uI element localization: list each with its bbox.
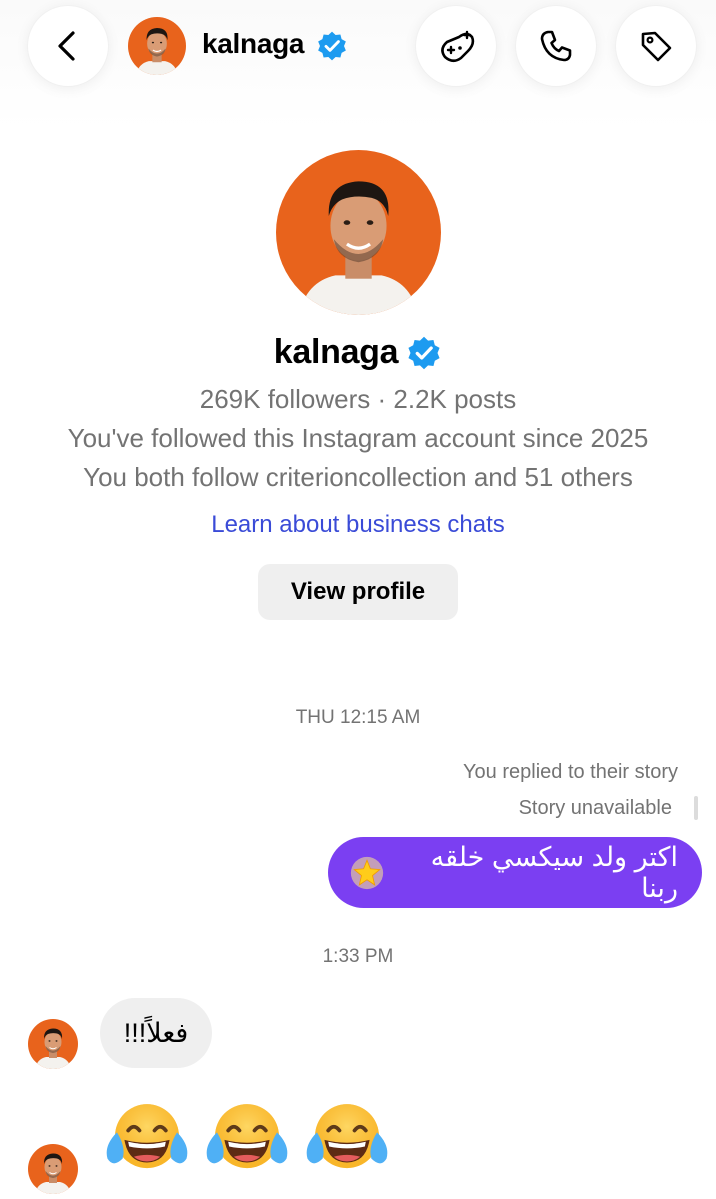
profile-name: kalnaga — [273, 333, 399, 371]
sender-avatar[interactable] — [28, 1144, 78, 1194]
profile-avatar[interactable] — [276, 150, 441, 315]
story-reply-indicator — [694, 796, 698, 820]
tears-of-joy-emoji — [100, 1100, 194, 1176]
incoming-emoji-message[interactable] — [100, 1100, 394, 1176]
story-reply-note: You replied to their story — [463, 761, 678, 783]
tag-icon — [641, 31, 672, 62]
back-button[interactable] — [28, 6, 108, 86]
profile-name-row: kalnaga — [0, 333, 716, 372]
phone-icon — [540, 30, 572, 62]
followed-since-text: You've followed this Instagram account s… — [67, 423, 649, 453]
glowing-star-emoji — [350, 856, 384, 890]
outgoing-message-bubble[interactable]: اكتر ولد سيكسي خلقه ربنا — [328, 837, 702, 908]
tears-of-joy-emoji — [300, 1100, 394, 1176]
games-button[interactable] — [416, 6, 496, 86]
call-button[interactable] — [516, 6, 596, 86]
verified-badge-icon — [406, 335, 442, 371]
dm-thread-screen: kalnaga kalnaga 269K followers · 2.2K po… — [0, 0, 716, 1199]
tears-of-joy-emoji — [200, 1100, 294, 1176]
outgoing-message-text: اكتر ولد سيكسي خلقه ربنا — [430, 841, 678, 903]
incoming-message-bubble[interactable]: فعلاً!!! — [100, 998, 212, 1068]
incoming-message-text: فعلاً!!! — [123, 1017, 189, 1048]
header-username[interactable]: kalnaga — [202, 28, 304, 60]
thread-header: kalnaga — [0, 0, 716, 130]
message-timestamp: 1:33 PM — [322, 946, 394, 967]
tag-button[interactable] — [616, 6, 696, 86]
mutual-followers-text: You both follow criterioncollection and … — [83, 462, 633, 492]
learn-business-chats-link[interactable]: Learn about business chats — [0, 511, 716, 539]
sender-avatar[interactable] — [28, 1019, 78, 1069]
verified-badge-icon — [316, 30, 348, 62]
chevron-left-icon — [58, 31, 75, 61]
view-profile-button[interactable]: View profile — [258, 564, 458, 620]
story-unavailable-text: Story unavailable — [518, 797, 672, 819]
game-controller-add-icon — [441, 30, 475, 63]
profile-stats: 269K followers · 2.2K posts — [199, 384, 517, 414]
message-timestamp: THU 12:15 AM — [295, 707, 421, 728]
header-avatar[interactable] — [128, 17, 186, 75]
